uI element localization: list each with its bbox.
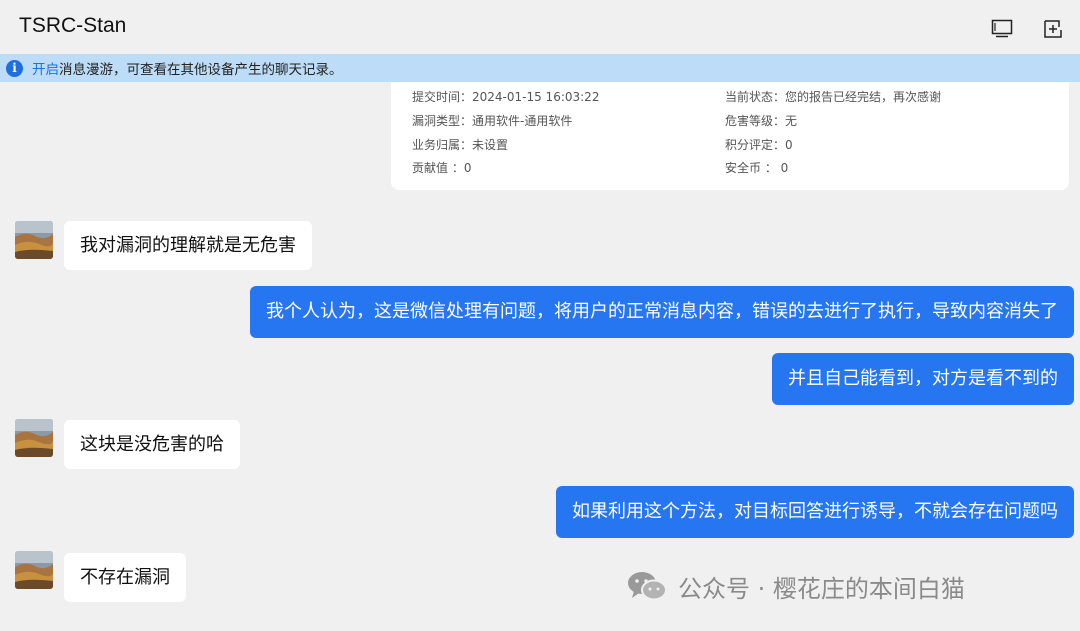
avatar[interactable] <box>15 221 53 259</box>
info-icon: i <box>6 59 23 77</box>
enable-roaming-link[interactable]: 开启 <box>32 58 59 78</box>
message-roaming-banner: i 开启 消息漫游，可查看在其他设备产生的聊天记录。 <box>0 54 1080 82</box>
wechat-icon <box>628 572 667 601</box>
received-message: 这块是没危害的哈 <box>64 420 240 469</box>
current-status: 当前状态：您的报告已经完结，再次感谢 <box>725 90 942 104</box>
sent-message: 我个人认为，这是微信处理有问题，将用户的正常消息内容，错误的去进行了执行，导致内… <box>250 286 1074 338</box>
business-owner: 业务归属：未设置 <box>412 138 509 152</box>
banner-text: 消息漫游，可查看在其他设备产生的聊天记录。 <box>59 62 343 78</box>
sent-message: 并且自己能看到，对方是看不到的 <box>772 353 1074 405</box>
report-card: 提交时间：2024-01-15 16:03:22 漏洞类型：通用软件-通用软件 … <box>391 82 1069 190</box>
vuln-type: 漏洞类型：通用软件-通用软件 <box>412 114 573 128</box>
avatar[interactable] <box>15 419 53 457</box>
points: 积分评定：0 <box>725 138 793 152</box>
watermark: 公众号 · 樱花庄的本间白猫 <box>626 566 965 606</box>
received-message: 我对漏洞的理解就是无危害 <box>64 221 312 270</box>
watermark-text: 公众号 · 樱花庄的本间白猫 <box>678 574 965 603</box>
severity: 危害等级：无 <box>725 114 798 128</box>
add-window-icon <box>1044 20 1062 38</box>
contribution: 贡献值 ：0 <box>412 161 472 175</box>
received-message: 不存在漏洞 <box>64 553 186 602</box>
chat-title: TSRC-Stan <box>19 14 127 37</box>
chat-header: TSRC-Stan <box>0 0 1080 54</box>
submit-time: 提交时间：2024-01-15 16:03:22 <box>412 90 600 104</box>
add-window-button[interactable] <box>1040 16 1066 42</box>
avatar[interactable] <box>15 551 53 589</box>
monitor-icon <box>991 19 1013 38</box>
sent-message: 如果利用这个方法，对目标回答进行诱导，不就会存在问题吗 <box>556 486 1074 538</box>
screen-share-button[interactable] <box>989 16 1015 42</box>
security-coins: 安全币 ： 0 <box>725 161 789 175</box>
